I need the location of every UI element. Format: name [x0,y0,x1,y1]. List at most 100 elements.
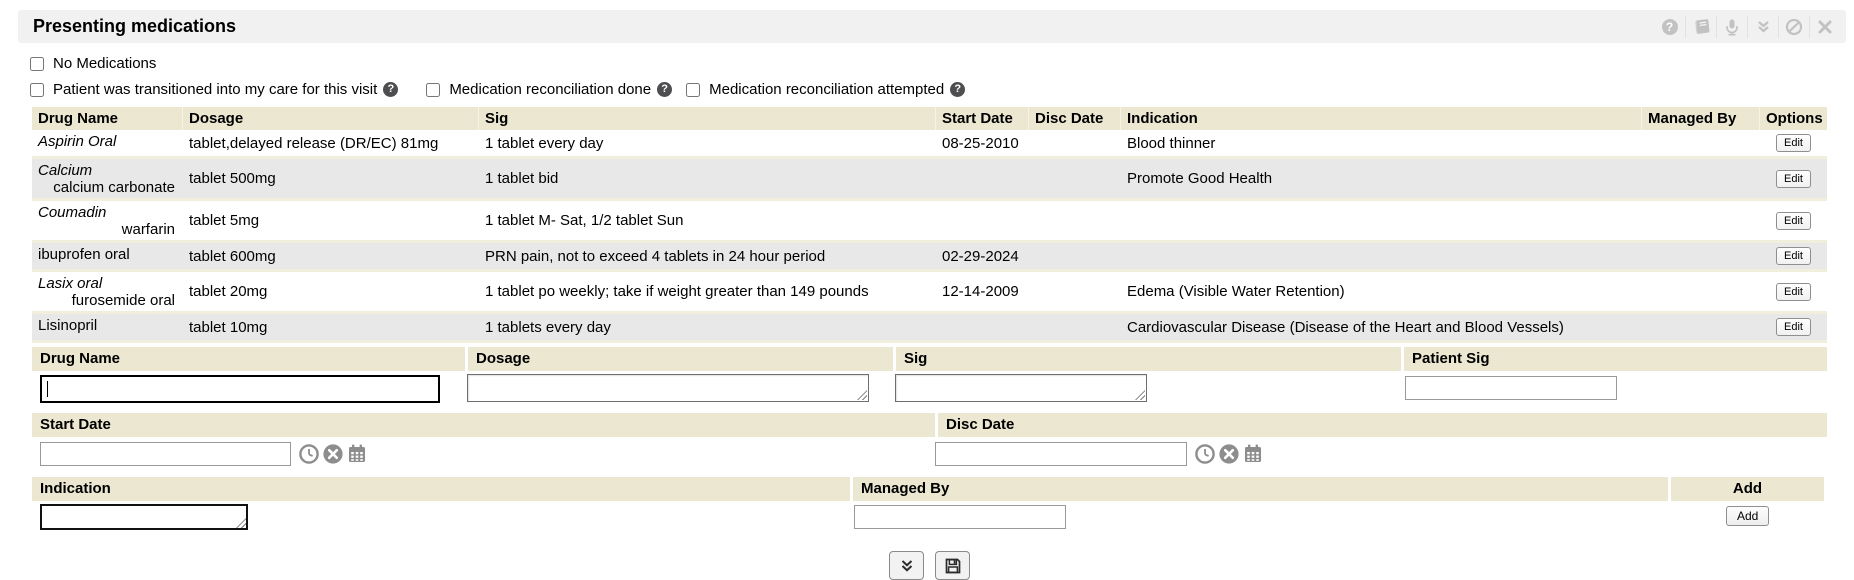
medications-table: Drug Name Dosage Sig Start Date Disc Dat… [32,107,1827,343]
dosage-cell: tablet 600mg [183,243,479,269]
help-icon[interactable]: ? [657,82,672,97]
indication-cell: Promote Good Health [1121,159,1642,198]
drug-brand-name: Lisinopril [38,317,177,334]
drug-generic-name: calcium carbonate [38,179,177,196]
patient-sig-input[interactable] [1405,376,1617,400]
no-medications-checkbox[interactable] [30,57,44,71]
disc-date-cell [1029,201,1121,240]
managed-by-input[interactable] [854,505,1066,529]
disc-date-cell [1029,272,1121,311]
drug-name-input[interactable] [40,375,440,403]
indication-cell [1121,201,1642,240]
clear-icon[interactable] [322,443,344,465]
table-header-row: Drug Name Dosage Sig Start Date Disc Dat… [32,107,1827,130]
add-form-label: Add [1671,477,1824,501]
sig-cell: 1 tablet every day [479,130,936,156]
reconciliation-done-label: Medication reconciliation done [449,81,651,98]
start-date-cell: 12-14-2009 [936,272,1029,311]
drug-generic-name: furosemide oral [38,292,177,309]
sig-cell: 1 tablets every day [479,314,936,340]
calendar-icon[interactable] [1242,443,1264,465]
transitioned-checkbox[interactable] [30,83,44,97]
book-icon[interactable] [1685,16,1716,38]
managed-by-cell [1642,201,1760,240]
indication-input[interactable] [40,504,248,530]
column-header-start-date: Start Date [936,107,1029,130]
help-icon[interactable]: ? [1654,16,1685,38]
indication-cell [1121,243,1642,269]
column-header-drug-name: Drug Name [32,107,183,130]
sig-cell: 1 tablet bid [479,159,936,198]
microphone-icon[interactable] [1716,16,1747,38]
close-icon[interactable] [1809,16,1840,38]
start-date-cell: 08-25-2010 [936,130,1029,156]
patient-sig-form-label: Patient Sig [1404,347,1827,371]
reconciliation-attempted-label: Medication reconciliation attempted [709,81,944,98]
edit-button[interactable]: Edit [1776,170,1811,188]
dosage-form-label: Dosage [468,347,893,371]
add-medication-form: Drug Name Dosage Sig Patient Sig Start D… [32,347,1827,535]
panel-header: Presenting medications ? [18,10,1846,43]
managed-by-cell [1642,130,1760,156]
disc-date-form-label: Disc Date [938,413,1827,437]
disc-date-input[interactable] [935,442,1187,466]
managed-by-cell [1642,314,1760,340]
disable-icon[interactable] [1778,16,1809,38]
edit-button[interactable]: Edit [1776,212,1811,230]
reconciliation-attempted-checkbox[interactable] [686,83,700,97]
dosage-input[interactable] [467,374,869,402]
column-header-managed-by: Managed By [1642,107,1760,130]
drug-brand-name: Aspirin Oral [38,133,177,150]
column-header-disc-date: Disc Date [1029,107,1121,130]
managed-by-cell [1642,159,1760,198]
clock-icon[interactable] [298,443,320,465]
start-date-input[interactable] [40,442,291,466]
column-header-indication: Indication [1121,107,1642,130]
column-header-sig: Sig [479,107,936,130]
no-medications-label: No Medications [53,55,156,72]
edit-button[interactable]: Edit [1776,283,1811,301]
add-button[interactable]: Add [1726,506,1769,526]
drug-brand-name: Calcium [38,162,177,179]
indication-cell: Blood thinner [1121,130,1642,156]
clear-icon[interactable] [1218,443,1240,465]
calendar-icon[interactable] [346,443,368,465]
reconciliation-done-option: Medication reconciliation done ? [426,81,672,98]
checkbox-section: No Medications Patient was transitioned … [30,55,1854,98]
sig-input[interactable] [895,374,1147,402]
disc-date-cell [1029,130,1121,156]
sig-cell: 1 tablet M- Sat, 1/2 tablet Sun [479,201,936,240]
edit-button[interactable]: Edit [1776,247,1811,265]
disc-date-cell [1029,159,1121,198]
drug-name-form-label: Drug Name [32,347,465,371]
sig-cell: 1 tablet po weekly; take if weight great… [479,272,936,311]
dosage-cell: tablet 5mg [183,201,479,240]
table-row: Coumadin warfarin tablet 5mg 1 tablet M-… [32,201,1827,243]
dosage-cell: tablet,delayed release (DR/EC) 81mg [183,130,479,156]
start-date-cell [936,314,1029,340]
table-row: Calcium calcium carbonate tablet 500mg 1… [32,159,1827,201]
help-icon[interactable]: ? [383,82,398,97]
managed-by-cell [1642,243,1760,269]
transitioned-option: Patient was transitioned into my care fo… [30,81,398,98]
dosage-cell: tablet 500mg [183,159,479,198]
start-date-cell [936,159,1029,198]
managed-by-cell [1642,272,1760,311]
panel-toolbar: ? [1654,10,1840,43]
help-icon[interactable]: ? [950,82,965,97]
column-header-dosage: Dosage [183,107,479,130]
collapse-icon[interactable] [1747,16,1778,38]
column-header-options: Options [1760,107,1827,130]
page-title: Presenting medications [33,16,236,37]
drug-generic-name: warfarin [38,221,177,238]
indication-cell: Edema (Visible Water Retention) [1121,272,1642,311]
edit-button[interactable]: Edit [1776,134,1811,152]
presenting-medications-panel: Presenting medications ? [0,10,1854,580]
table-row: Lisinopril tablet 10mg 1 tablets every d… [32,314,1827,343]
sig-cell: PRN pain, not to exceed 4 tablets in 24 … [479,243,936,269]
clock-icon[interactable] [1194,443,1216,465]
reconciliation-done-checkbox[interactable] [426,83,440,97]
edit-button[interactable]: Edit [1776,318,1811,336]
disc-date-cell [1029,314,1121,340]
start-date-form-label: Start Date [32,413,935,437]
